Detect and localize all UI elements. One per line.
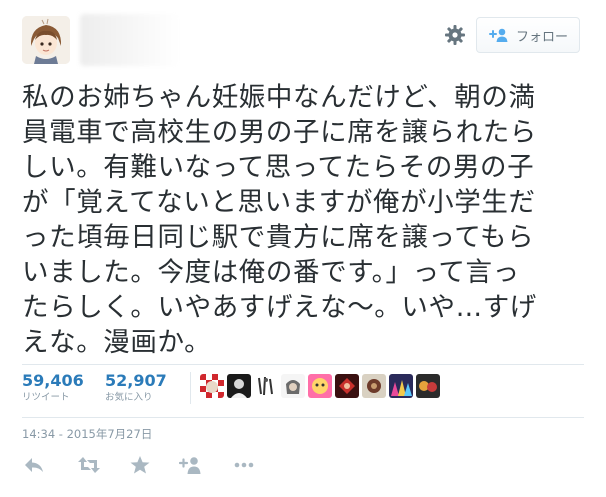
favoriter-avatar[interactable] [308, 374, 332, 398]
favoriter-avatar[interactable] [335, 374, 359, 398]
favoriter-avatar[interactable] [254, 374, 278, 398]
divider [22, 417, 584, 418]
timestamp[interactable]: 14:34 - 2015年7月27日 [22, 426, 152, 442]
reply-icon[interactable] [22, 455, 46, 475]
favoriter-avatar[interactable] [227, 374, 251, 398]
favoriter-avatar[interactable] [281, 374, 305, 398]
favorite-label: お気に入り [105, 392, 153, 403]
follow-button-label: フォロー [515, 29, 568, 45]
tweet-line: えな。漫画か。 [22, 327, 212, 358]
avatar[interactable] [22, 16, 70, 64]
tweet-line: しい。有難いなって思ってたらその男の子 [22, 152, 535, 183]
tweet-text: 私のお姉ちゃん妊娠中なんだけど、朝の満 員電車で高校生の男の子に席を譲られたら … [22, 80, 588, 360]
tweet-line: 員電車で高校生の男の子に席を譲られたら [22, 117, 537, 148]
tweet-line: 私のお姉ちゃん妊娠中なんだけど、朝の満 [22, 82, 536, 113]
favorite-count[interactable]: 52,907 [105, 371, 167, 391]
tweet-line: った頃毎日同じ駅で貴方に席を譲ってもら [22, 222, 535, 253]
tweet-line: が「覚えてないと思いますが俺が小学生だ [22, 187, 536, 218]
favoriter-avatar[interactable] [416, 374, 440, 398]
favorite-stat[interactable]: 52,907 お気に入り [105, 371, 167, 405]
more-icon[interactable] [232, 455, 256, 475]
tweet-line: いました。今度は俺の番です。」って言っ [22, 257, 520, 288]
retweet-count[interactable]: 59,406 [22, 371, 84, 391]
retweet-stat[interactable]: 59,406 リツイート [22, 371, 84, 405]
favoriter-avatar[interactable] [389, 374, 413, 398]
tweet-line: たらしく。いやあすげえな〜。いや…すげ [22, 292, 537, 323]
author-name-redacted [80, 14, 180, 66]
add-user-icon [488, 28, 508, 42]
divider [22, 364, 584, 365]
gear-icon[interactable] [443, 23, 467, 47]
retweet-icon[interactable] [77, 455, 101, 475]
favorite-icon[interactable] [128, 455, 152, 475]
favoriter-avatar[interactable] [362, 374, 386, 398]
retweet-label: リツイート [22, 392, 70, 403]
tweet-header: フォロー [0, 0, 606, 80]
favoriter-avatars [200, 374, 440, 398]
stats-separator [190, 372, 191, 404]
favoriter-avatar[interactable] [200, 374, 224, 398]
follow-icon[interactable] [179, 455, 203, 475]
follow-button[interactable]: フォロー [476, 17, 580, 53]
